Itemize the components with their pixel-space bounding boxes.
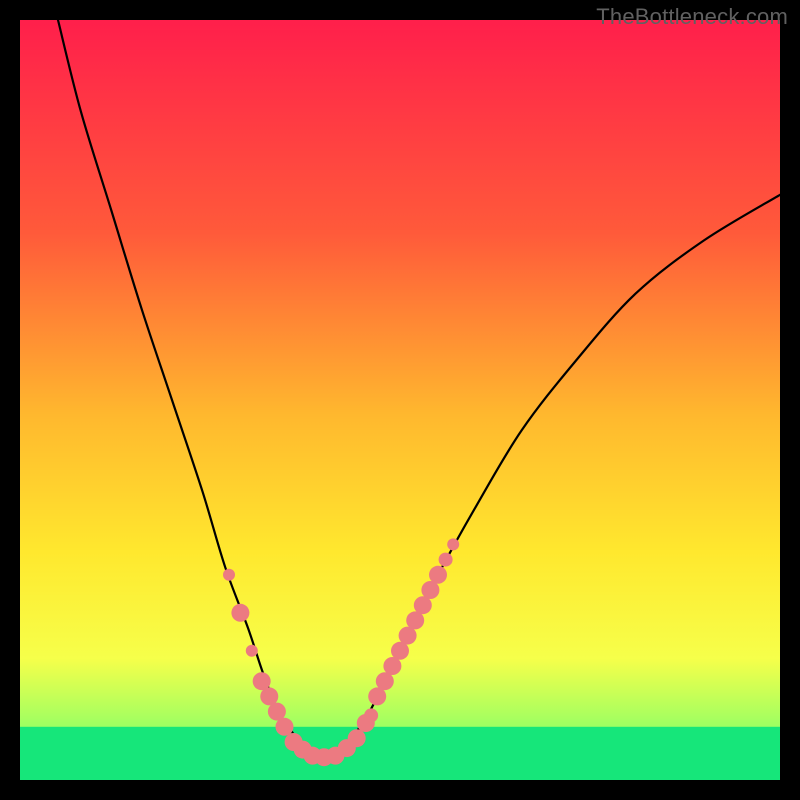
curve-marker — [246, 645, 258, 657]
chart-frame: TheBottleneck.com — [0, 0, 800, 800]
curve-marker — [364, 708, 378, 722]
curve-marker — [439, 553, 453, 567]
curve-marker — [429, 566, 447, 584]
bottom-band — [20, 727, 780, 780]
chart-plot-area — [20, 20, 780, 780]
curve-marker — [348, 729, 366, 747]
curve-marker — [231, 604, 249, 622]
watermark-text: TheBottleneck.com — [596, 4, 788, 30]
chart-svg — [20, 20, 780, 780]
curve-marker — [275, 718, 293, 736]
curve-marker — [447, 538, 459, 550]
curve-marker — [223, 569, 235, 581]
